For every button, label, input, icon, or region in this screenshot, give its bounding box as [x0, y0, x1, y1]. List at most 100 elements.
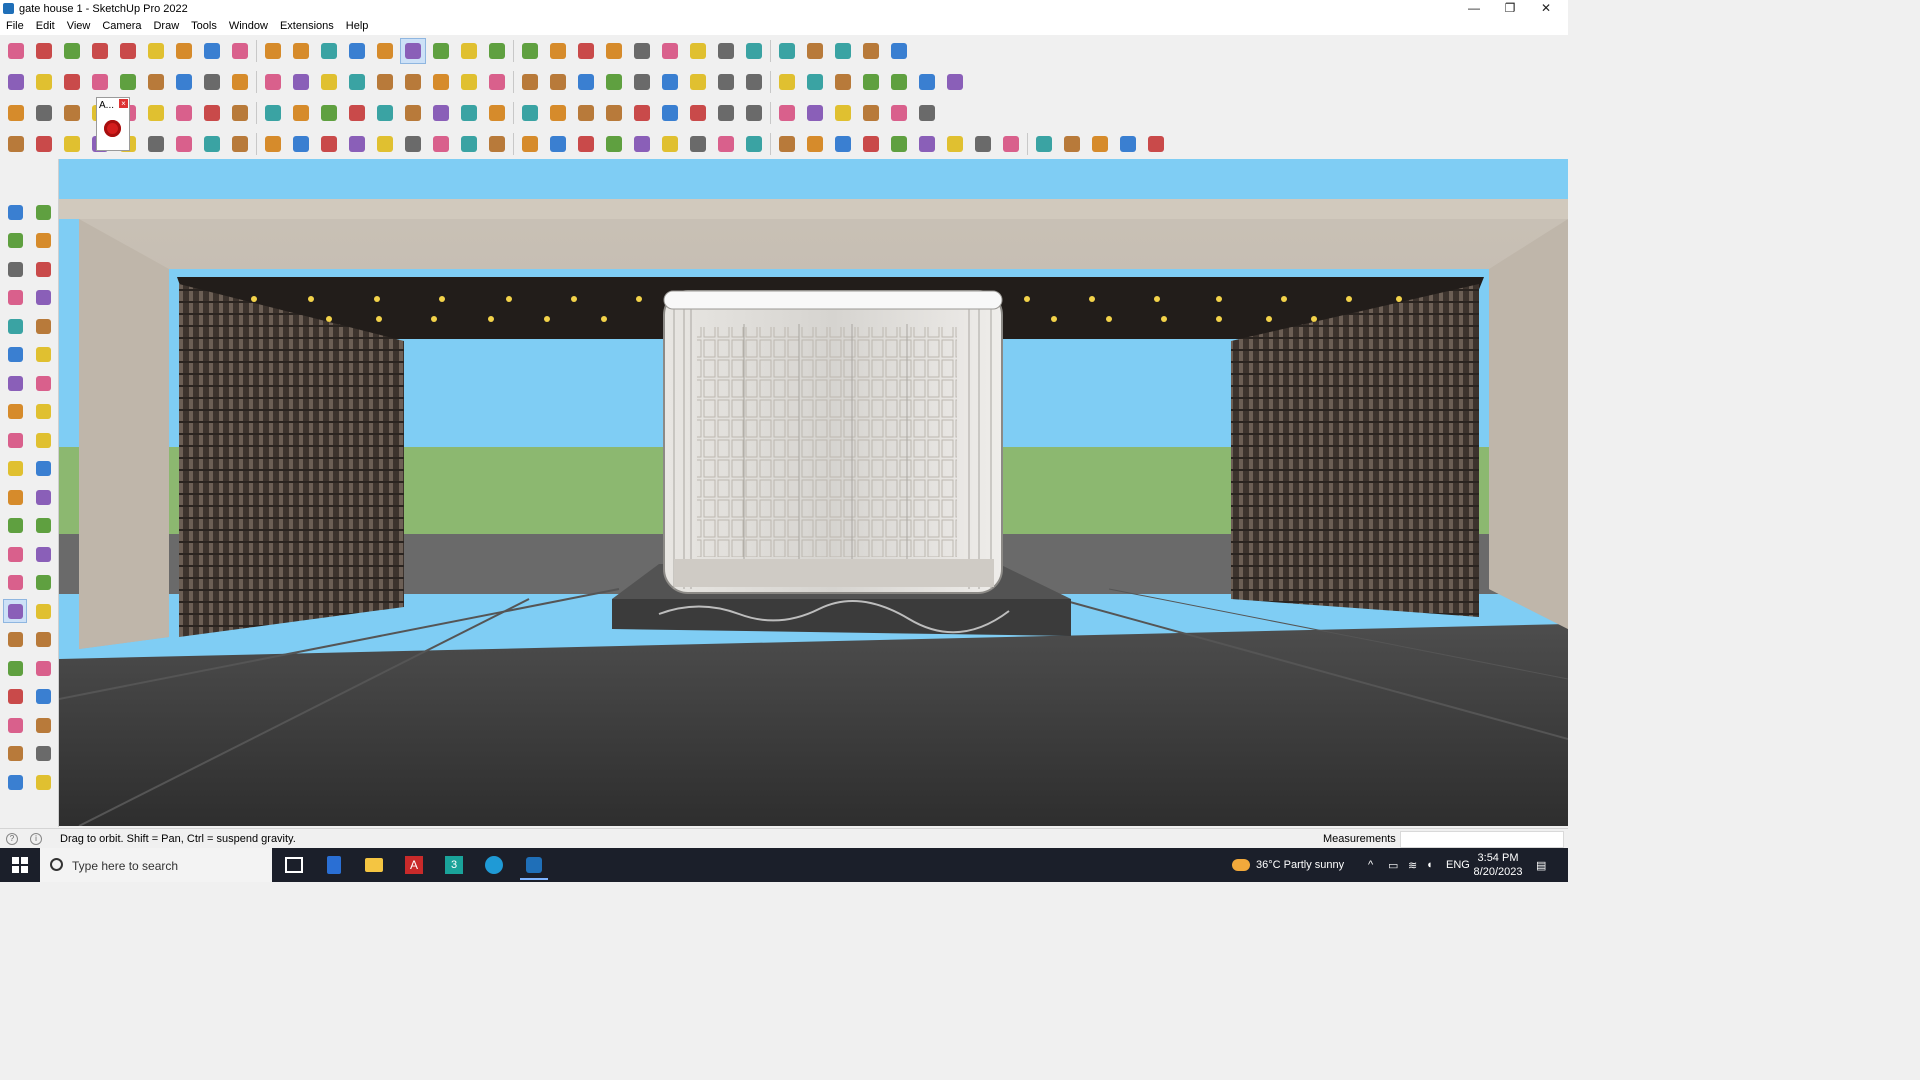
tool-20-icon[interactable] [630, 132, 654, 156]
two-point-arc-icon[interactable] [32, 372, 54, 394]
tool-21-icon[interactable] [658, 132, 682, 156]
tool-9-icon[interactable] [317, 132, 341, 156]
menu-extensions[interactable]: Extensions [274, 18, 340, 32]
zoom-window-icon[interactable] [32, 629, 54, 651]
look-around-icon[interactable] [32, 686, 54, 708]
menu-edit[interactable]: Edit [30, 18, 61, 32]
grid-gray-icon[interactable] [915, 101, 939, 125]
window-icon[interactable] [228, 101, 252, 125]
cone-icon[interactable] [429, 101, 453, 125]
offset-icon[interactable] [32, 486, 54, 508]
paint-icon[interactable] [742, 70, 766, 94]
spline-icon[interactable] [32, 132, 56, 156]
materials-icon[interactable] [32, 70, 56, 94]
tape-measure-icon[interactable] [317, 39, 341, 63]
color-icon[interactable] [831, 70, 855, 94]
layer-icon[interactable] [4, 101, 28, 125]
push-pull-icon[interactable] [172, 39, 196, 63]
follow-me-icon[interactable] [200, 39, 224, 63]
sandbox-icon[interactable] [574, 39, 598, 63]
text-icon[interactable] [200, 70, 224, 94]
task-view-icon[interactable] [280, 852, 308, 878]
arrow-icon[interactable] [630, 101, 654, 125]
tool-34-icon[interactable] [1032, 132, 1056, 156]
rotate-icon[interactable] [4, 458, 26, 480]
styles-icon[interactable] [803, 39, 827, 63]
rectangle-icon[interactable] [4, 315, 26, 337]
edge-browser-icon[interactable] [480, 852, 508, 878]
protractor-icon[interactable] [4, 543, 26, 565]
maximize-button[interactable]: ❐ [1492, 0, 1528, 18]
tool-19-icon[interactable] [602, 132, 626, 156]
tool-37-icon[interactable] [1116, 132, 1140, 156]
pan-icon[interactable] [429, 39, 453, 63]
tool-16-icon[interactable] [518, 132, 542, 156]
model-info-icon[interactable] [4, 743, 26, 765]
arc-icon[interactable] [658, 70, 682, 94]
minimize-button[interactable]: — [1456, 0, 1492, 18]
position-camera-icon[interactable] [4, 686, 26, 708]
scale-icon[interactable] [289, 39, 313, 63]
model-viewport[interactable] [59, 159, 1568, 826]
tags-icon[interactable] [32, 743, 54, 765]
tool-23-icon[interactable] [714, 132, 738, 156]
calculator-icon[interactable] [320, 852, 348, 878]
orbit-icon[interactable] [400, 38, 426, 64]
fence-icon[interactable] [144, 101, 168, 125]
notifications-icon[interactable]: ▤ [1536, 848, 1546, 882]
volume-icon[interactable]: ◖ [1426, 848, 1433, 882]
tool-24-icon[interactable] [742, 132, 766, 156]
grid-yellow-icon[interactable] [831, 101, 855, 125]
undo-icon[interactable] [831, 39, 855, 63]
model-info-icon[interactable] [518, 39, 542, 63]
arc-icon[interactable] [4, 372, 26, 394]
menu-file[interactable]: File [0, 18, 30, 32]
tool-14-icon[interactable] [457, 132, 481, 156]
geo-location-icon[interactable]: ? [6, 833, 18, 845]
pie-icon[interactable] [4, 401, 26, 423]
tool-13-icon[interactable] [429, 132, 453, 156]
3dsmax-icon[interactable]: 3 [440, 852, 468, 878]
tool-3-icon[interactable] [144, 132, 168, 156]
eraser-icon[interactable] [60, 39, 84, 63]
red-gem-icon[interactable] [104, 120, 121, 137]
terrain-icon[interactable] [887, 70, 911, 94]
bag-icon[interactable] [658, 101, 682, 125]
tool-30-icon[interactable] [915, 132, 939, 156]
select-icon[interactable] [4, 201, 26, 223]
plugin-icon[interactable] [943, 70, 967, 94]
paint-bucket-icon[interactable] [4, 230, 26, 252]
circle-dash-icon[interactable] [887, 101, 911, 125]
tool-12-icon[interactable] [401, 132, 425, 156]
three-point-arc-icon[interactable] [32, 401, 54, 423]
popup-close-icon[interactable]: × [119, 99, 128, 108]
menu-tools[interactable]: Tools [185, 18, 223, 32]
frame-icon[interactable] [742, 101, 766, 125]
shadow-icon[interactable] [775, 39, 799, 63]
polygon-icon[interactable] [32, 344, 54, 366]
3d-text-icon[interactable] [228, 70, 252, 94]
box-icon[interactable] [602, 101, 626, 125]
cross-blue-icon[interactable] [401, 101, 425, 125]
scale-icon[interactable] [4, 486, 26, 508]
layer-yellow-icon[interactable] [60, 101, 84, 125]
layers-icon[interactable] [4, 771, 26, 793]
eraser-icon[interactable] [32, 230, 54, 252]
tool-6-icon[interactable] [228, 132, 252, 156]
views-iso-icon[interactable] [289, 70, 313, 94]
info-icon[interactable]: i [30, 833, 42, 845]
component-icon[interactable] [4, 70, 28, 94]
redo-icon[interactable] [859, 39, 883, 63]
layer-blue-icon[interactable] [32, 101, 56, 125]
standard-views-icon[interactable] [457, 70, 481, 94]
shade-icon[interactable] [775, 101, 799, 125]
tags-icon[interactable] [602, 39, 626, 63]
tape-measure-icon[interactable] [32, 258, 54, 280]
push-pull-icon[interactable] [88, 70, 112, 94]
draw-icon[interactable] [4, 132, 28, 156]
orbit-icon[interactable] [32, 201, 54, 223]
scenes-icon[interactable] [714, 39, 738, 63]
paint-bucket-icon[interactable] [373, 39, 397, 63]
taskbar-search[interactable]: Type here to search [40, 848, 272, 882]
flower-icon[interactable] [714, 101, 738, 125]
